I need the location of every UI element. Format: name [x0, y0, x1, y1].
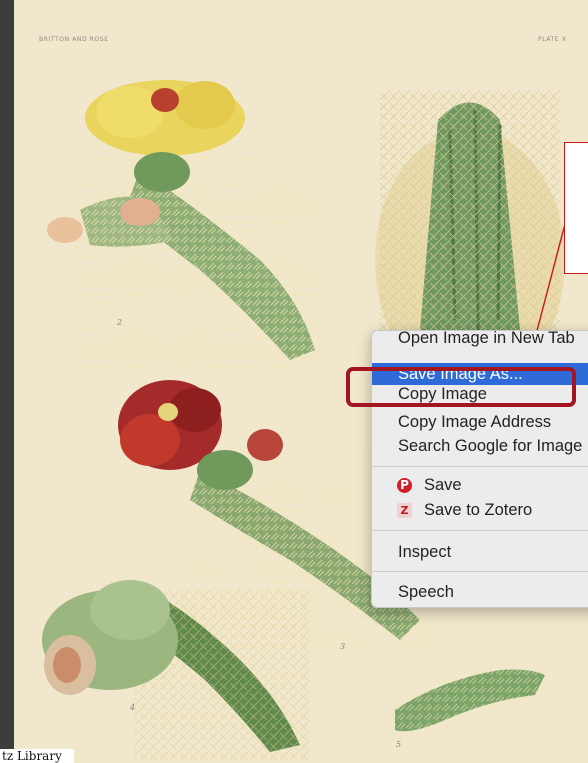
menu-separator: [372, 530, 588, 531]
menu-separator: [372, 466, 588, 467]
menu-item-pinterest-save[interactable]: P Save: [372, 474, 588, 496]
yellow-flowered-cactus: [47, 80, 330, 370]
menu-separator: [372, 571, 588, 572]
annotation-highlight-box: [346, 367, 576, 407]
menu-item-copy-image-address[interactable]: Copy Image Address: [372, 411, 588, 433]
figure-number-2: 2: [117, 318, 123, 327]
library-label: tz Library: [0, 749, 74, 763]
pinterest-icon: P: [397, 478, 412, 493]
green-fruit-cactus: [42, 580, 310, 760]
zotero-icon: Z: [397, 503, 412, 518]
menu-item-speech[interactable]: Speech: [372, 581, 588, 603]
figure-number-3: 3: [340, 642, 346, 651]
menu-item-label: Save to Zotero: [424, 501, 533, 519]
figure-number-5: 5: [396, 740, 402, 749]
menu-item-search-google-image[interactable]: Search Google for Image: [372, 435, 588, 457]
menu-item-inspect[interactable]: Inspect: [372, 541, 588, 563]
menu-item-save-to-zotero[interactable]: Z Save to Zotero: [372, 499, 588, 521]
figure-number-4: 4: [130, 703, 136, 712]
dark-left-margin: [0, 0, 14, 763]
annotation-callout-box: [564, 142, 588, 274]
menu-item-open-image-new-tab[interactable]: Open Image in New Tab: [372, 331, 588, 349]
small-branch-cactus: [390, 660, 550, 740]
